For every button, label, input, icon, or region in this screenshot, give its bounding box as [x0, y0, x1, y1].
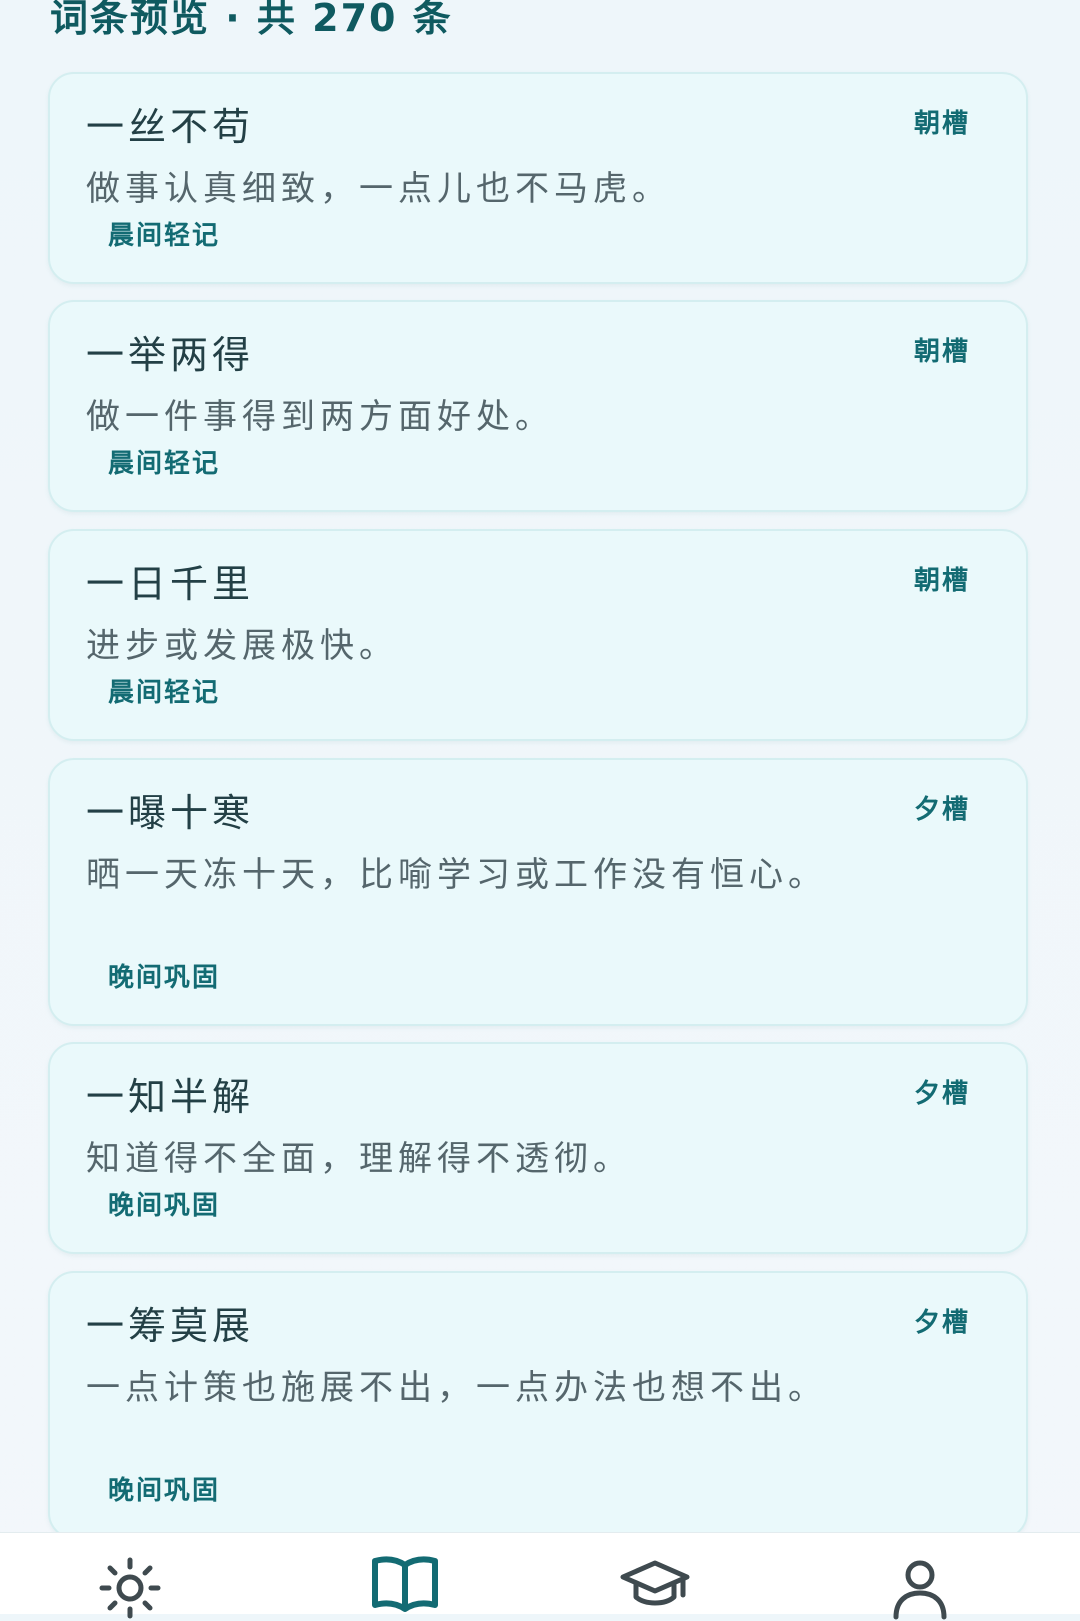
list-item[interactable]: 一曝十寒 夕槽 晒一天冻十天，比喻学习或工作没有恒心。 晚间巩固	[48, 758, 1028, 1026]
entry-session-label: 晨间轻记	[108, 678, 221, 708]
entry-meaning: 一点计策也施展不出，一点办法也想不出。	[86, 1368, 827, 1408]
user-icon	[893, 1560, 947, 1620]
sun-icon	[99, 1557, 161, 1619]
entry-meaning: 做事认真细致，一点儿也不马虎。	[86, 169, 671, 209]
tab-learning[interactable]	[595, 1533, 715, 1614]
entry-session-label: 晨间轻记	[108, 449, 221, 479]
book-icon	[372, 1556, 438, 1612]
entry-list[interactable]: 一丝不苟 朝槽 做事认真细致，一点儿也不马虎。 晨间轻记 一举两得 朝槽 做一件…	[0, 0, 1080, 1532]
entry-word: 一知半解	[86, 1075, 255, 1119]
entry-word: 一曝十寒	[86, 791, 255, 835]
entry-session-label: 晨间轻记	[108, 221, 221, 251]
list-item[interactable]: 一知半解 夕槽 知道得不全面，理解得不透彻。 晚间巩固	[48, 1042, 1028, 1254]
entry-meaning: 做一件事得到两方面好处。	[86, 397, 554, 437]
list-item[interactable]: 一丝不苟 朝槽 做事认真细致，一点儿也不马虎。 晨间轻记	[48, 72, 1028, 284]
entry-meaning: 进步或发展极快。	[86, 626, 398, 666]
entry-slot-label: 夕槽	[913, 1079, 970, 1109]
entry-session-label: 晚间巩固	[108, 1191, 221, 1221]
graduation-cap-icon	[620, 1560, 690, 1606]
entry-word: 一举两得	[86, 333, 255, 377]
bottom-tab-bar	[0, 1532, 1080, 1620]
entry-word: 一日千里	[86, 562, 255, 606]
entry-slot-label: 朝槽	[913, 109, 970, 139]
entry-meaning: 晒一天冻十天，比喻学习或工作没有恒心。	[86, 855, 827, 895]
page-title: 词条预览 · 共 270 条	[50, 0, 453, 40]
list-item[interactable]: 一举两得 朝槽 做一件事得到两方面好处。 晨间轻记	[48, 300, 1028, 512]
tab-wordbook[interactable]	[345, 1533, 465, 1614]
entry-word: 一丝不苟	[86, 105, 255, 149]
tab-daily[interactable]	[70, 1533, 190, 1619]
entry-slot-label: 朝槽	[913, 337, 970, 367]
entry-session-label: 晚间巩固	[108, 1476, 221, 1506]
list-item[interactable]: 一日千里 朝槽 进步或发展极快。 晨间轻记	[48, 529, 1028, 741]
entry-session-label: 晚间巩固	[108, 963, 221, 993]
list-item[interactable]: 一筹莫展 夕槽 一点计策也施展不出，一点办法也想不出。 晚间巩固	[48, 1271, 1028, 1532]
tab-profile[interactable]	[860, 1533, 980, 1620]
entry-meaning: 知道得不全面，理解得不透彻。	[86, 1139, 632, 1179]
entry-slot-label: 夕槽	[913, 795, 970, 825]
entry-slot-label: 夕槽	[913, 1308, 970, 1338]
entry-word: 一筹莫展	[86, 1304, 255, 1348]
entry-slot-label: 朝槽	[913, 566, 970, 596]
